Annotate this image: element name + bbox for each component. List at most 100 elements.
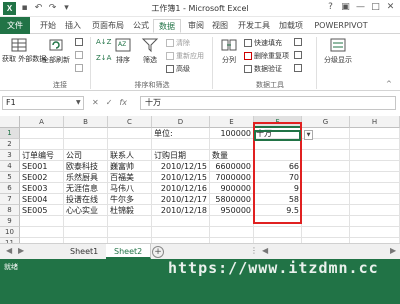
tab-powerpivot[interactable]: POWERPIVOT [308, 19, 374, 33]
cell[interactable] [64, 139, 108, 150]
cell-e1[interactable]: 100000 [210, 128, 254, 139]
data-cell[interactable]: SE004 [20, 194, 64, 205]
advanced-filter-button[interactable]: 高级 [166, 64, 190, 74]
cell[interactable] [20, 128, 64, 139]
sort-a-z-button[interactable]: A↓Z [96, 38, 111, 46]
column-header[interactable]: E [210, 116, 254, 128]
cell[interactable] [152, 227, 210, 238]
tab-insert[interactable]: 插入 [63, 19, 83, 33]
header-cell[interactable]: 数量 [210, 150, 254, 161]
data-validation-button[interactable]: 数据验证 [244, 64, 282, 74]
cell[interactable] [20, 216, 64, 227]
cell[interactable] [20, 139, 64, 150]
data-cell[interactable]: 2010/12/17 [152, 194, 210, 205]
help-icon[interactable]: ? [324, 1, 337, 14]
tab-review[interactable]: 审阅 [186, 19, 206, 33]
cell[interactable] [350, 139, 400, 150]
cell[interactable] [350, 150, 400, 161]
row-header[interactable]: 1 [0, 128, 20, 139]
cell[interactable] [350, 128, 400, 139]
cell[interactable] [254, 150, 302, 161]
data-cell[interactable]: 杜锦毅 [108, 205, 152, 216]
tab-view[interactable]: 视图 [210, 19, 230, 33]
header-cell[interactable]: 订购日期 [152, 150, 210, 161]
cell[interactable] [108, 227, 152, 238]
data-cell[interactable]: 6600000 [210, 161, 254, 172]
column-header[interactable]: G [302, 116, 350, 128]
outline-button[interactable]: 分级显示 [320, 37, 356, 65]
header-cell[interactable]: 订单编号 [20, 150, 64, 161]
sort-button[interactable]: AZ 排序 [112, 37, 134, 65]
cell[interactable] [64, 227, 108, 238]
row-header[interactable]: 2 [0, 139, 20, 150]
data-cell[interactable]: SE005 [20, 205, 64, 216]
cell[interactable] [210, 227, 254, 238]
header-cell[interactable]: 公司 [64, 150, 108, 161]
cell[interactable] [350, 216, 400, 227]
data-cell[interactable]: 5800000 [210, 194, 254, 205]
data-cell[interactable]: 9 [254, 183, 302, 194]
cell[interactable] [302, 205, 350, 216]
data-cell[interactable]: 7000000 [210, 172, 254, 183]
column-header[interactable]: C [108, 116, 152, 128]
data-cell[interactable]: 2010/12/15 [152, 161, 210, 172]
filter-button[interactable]: 筛选 [138, 37, 162, 65]
data-cell[interactable]: 巍富帅 [108, 161, 152, 172]
row-header[interactable]: 4 [0, 161, 20, 172]
formula-input[interactable]: 十万 [140, 96, 396, 110]
sheet-next-icon[interactable]: ▶ [18, 246, 24, 255]
data-cell[interactable]: 欧泰科技 [64, 161, 108, 172]
sheet-prev-icon[interactable]: ◀ [6, 246, 12, 255]
data-cell[interactable]: 马伟八 [108, 183, 152, 194]
cell[interactable] [254, 216, 302, 227]
cell[interactable] [210, 139, 254, 150]
remove-duplicates-button[interactable]: 删除重复项 [244, 51, 289, 61]
properties-button[interactable] [75, 51, 83, 59]
cell[interactable] [302, 139, 350, 150]
close-icon[interactable]: ✕ [384, 1, 397, 14]
data-cell[interactable]: SE003 [20, 183, 64, 194]
save-icon[interactable]: ▪ [19, 3, 30, 14]
data-cell[interactable]: 乐然厨具 [64, 172, 108, 183]
minimize-icon[interactable]: — [354, 1, 367, 14]
tab-formulas[interactable]: 公式 [131, 19, 151, 33]
column-header[interactable]: D [152, 116, 210, 128]
cell[interactable] [64, 216, 108, 227]
data-cell[interactable]: 2010/12/18 [152, 205, 210, 216]
tab-addins[interactable]: 加载项 [277, 19, 305, 33]
data-cell[interactable]: 心心实业 [64, 205, 108, 216]
data-cell[interactable]: 2010/12/15 [152, 172, 210, 183]
consolidate-button[interactable] [294, 38, 302, 46]
data-cell[interactable]: 900000 [210, 183, 254, 194]
connections-button[interactable] [75, 38, 83, 46]
refresh-all-button[interactable]: 全部刷新 [40, 37, 72, 65]
data-cell[interactable]: SE002 [20, 172, 64, 183]
data-cell[interactable]: 66 [254, 161, 302, 172]
cell[interactable] [350, 172, 400, 183]
cell[interactable] [108, 216, 152, 227]
cell[interactable] [152, 139, 210, 150]
cell-d1[interactable]: 单位: [152, 128, 210, 139]
undo-icon[interactable]: ↶ [33, 3, 44, 14]
insert-function-icon[interactable]: fx [119, 96, 127, 110]
enter-icon[interactable]: ✓ [106, 96, 113, 110]
data-cell[interactable]: 950000 [210, 205, 254, 216]
row-header[interactable]: 6 [0, 183, 20, 194]
cell[interactable] [210, 216, 254, 227]
collapse-ribbon-icon[interactable]: ^ [386, 80, 392, 88]
cell-f1[interactable]: 十万 [254, 128, 302, 139]
tab-home[interactable]: 开始 [38, 19, 58, 33]
what-if-button[interactable] [294, 51, 302, 59]
hscroll-options-icon[interactable]: ⋮ [250, 246, 258, 255]
hscroll-left-icon[interactable]: ◀ [262, 246, 268, 255]
cell[interactable] [254, 139, 302, 150]
edit-links-button[interactable] [75, 64, 83, 72]
column-header[interactable]: B [64, 116, 108, 128]
header-cell[interactable]: 联系人 [108, 150, 152, 161]
data-cell[interactable]: 无涯信息 [64, 183, 108, 194]
cell-dropdown-icon[interactable]: ▼ [304, 130, 313, 140]
column-header[interactable]: H [350, 116, 400, 128]
column-header[interactable]: A [20, 116, 64, 128]
relationships-button[interactable] [294, 64, 302, 72]
data-cell[interactable]: 9.5 [254, 205, 302, 216]
